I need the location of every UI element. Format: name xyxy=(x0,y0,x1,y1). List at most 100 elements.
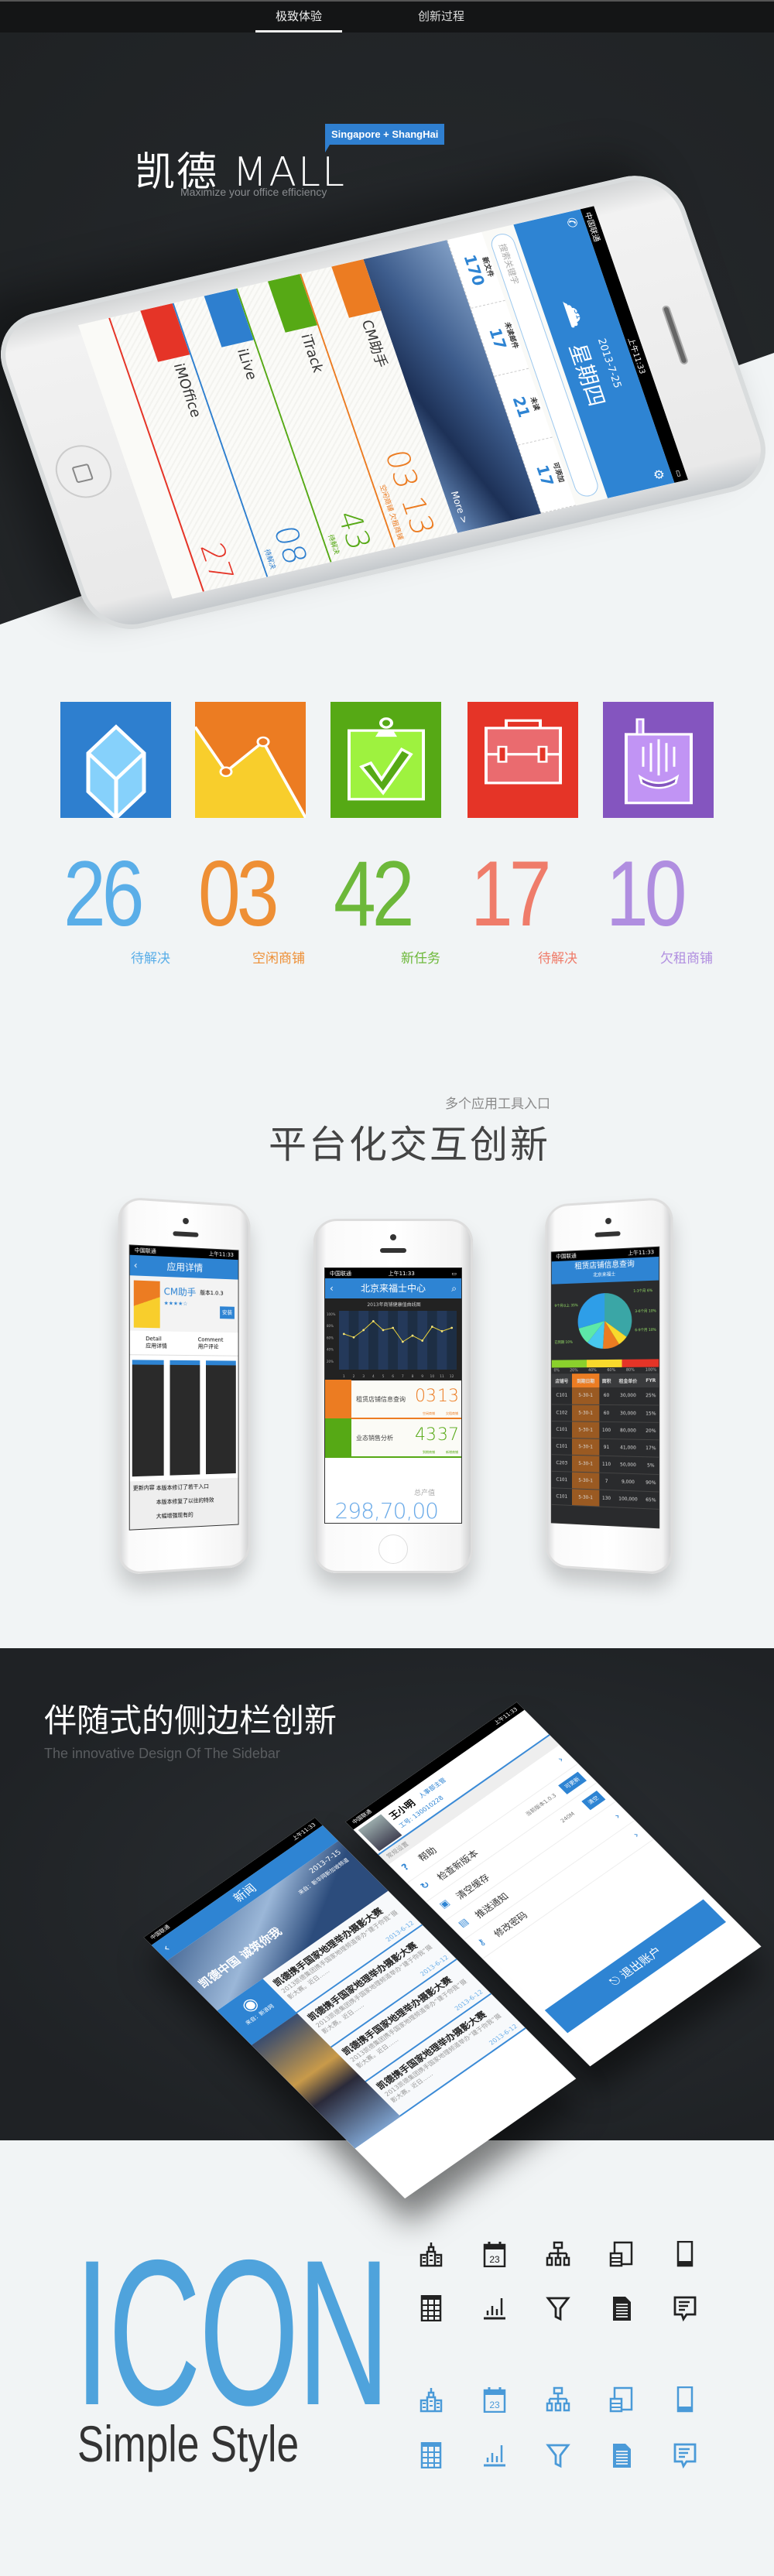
table-row[interactable]: C101 5-30-1 60 30,000 25% xyxy=(551,1387,659,1405)
table-cell: 100,000 xyxy=(618,1496,638,1503)
icon-subheading: Simple Style xyxy=(77,2415,300,2472)
total-value: 298,70,00 xyxy=(334,1498,439,1524)
clipboard-check-tile[interactable] xyxy=(330,702,441,818)
stat-number: 10 xyxy=(606,842,687,946)
mobile-icon xyxy=(673,2240,697,2267)
x-tick: 10 xyxy=(430,1374,434,1379)
stat-label: 欠租商铺 xyxy=(660,951,713,966)
phone-icon[interactable]: ✆ xyxy=(563,216,581,229)
column-header[interactable]: 租金单价 xyxy=(614,1374,643,1387)
table-row[interactable]: C102 5-30-1 60 30,000 15% xyxy=(551,1404,659,1422)
cube-tile[interactable] xyxy=(60,702,171,818)
document-icon xyxy=(609,2442,634,2468)
table-cell: 17% xyxy=(646,1445,656,1451)
table-header: 店铺号 到期日期 面积 租金单价 FYR xyxy=(551,1373,659,1388)
table-cell: 5-30-1 xyxy=(571,1471,600,1490)
cabinet-icon xyxy=(325,1380,351,1418)
comment-icon xyxy=(673,2295,697,2322)
y-tick: 60% xyxy=(327,1336,334,1339)
clipboard-check-icon xyxy=(348,717,425,801)
app-count: 08 待解决 xyxy=(256,522,314,570)
table-cell: 5-30-1 xyxy=(571,1438,600,1456)
data-point xyxy=(392,1326,395,1329)
column-band xyxy=(398,1311,408,1370)
summary-row[interactable]: 业态销售分析 43 37 到期商铺 新增商铺 xyxy=(325,1418,461,1458)
table-cell: 5-30-1 xyxy=(571,1421,600,1439)
column-header[interactable]: FYR xyxy=(642,1374,659,1387)
building-icon xyxy=(419,2386,444,2413)
stat-number: 03 xyxy=(198,842,279,946)
x-tick: 4 xyxy=(372,1374,375,1379)
lease-pie-chart: 9个月以上 35% 1-3个月 6% 3-6个月 10% 6-9个月 10% 已到期 1… xyxy=(554,1288,656,1350)
table-cell: 50,000 xyxy=(620,1461,636,1468)
back-icon[interactable]: ‹ xyxy=(134,1255,138,1276)
app-count: 43 待解决 xyxy=(320,508,378,555)
search-icon[interactable]: ⌕ xyxy=(451,1278,457,1298)
tab-detail[interactable]: Detail 应用详情 xyxy=(146,1336,167,1350)
tab-innovation-process[interactable]: 创新过程 xyxy=(402,6,480,32)
section-title: 平台化交互创新 xyxy=(268,1123,550,1167)
leasing-phone: 中国联通 上午11:33 租赁店铺信息查询 北京来福士 9个月以上 35% 1-3个月… xyxy=(545,1196,673,1575)
table-icon xyxy=(419,2441,444,2469)
settings-item-button[interactable]: 可更新 xyxy=(558,1771,587,1794)
section-subtitle: 多个应用工具入口 xyxy=(445,1096,550,1112)
chevron-icon: › xyxy=(555,1754,567,1764)
tagline: Maximize your office efficiency xyxy=(180,186,327,198)
count-value: 27 xyxy=(192,539,241,585)
app-detail-phone: 中国联通 上午11:33 ‹ 应用详情 CM助手 版本1.0.3 ★★★★☆ 安装 … xyxy=(118,1196,251,1575)
x-tick: 11 xyxy=(440,1374,444,1379)
row-value-a: 43 xyxy=(415,1425,437,1445)
table-cell: 5-30-1 xyxy=(571,1387,600,1404)
data-point xyxy=(450,1326,454,1329)
data-point xyxy=(440,1329,444,1332)
header-bar: ‹ 北京来福士中心 ⌕ xyxy=(325,1278,461,1298)
briefcase-tile[interactable] xyxy=(467,702,578,818)
y-tick: 40% xyxy=(327,1348,334,1352)
screenshot-carousel[interactable] xyxy=(130,1355,238,1481)
tab-comment[interactable]: Comment 用户评论 xyxy=(198,1336,224,1350)
home-button xyxy=(378,1534,408,1564)
icon-heading: ICON xyxy=(74,2216,390,2448)
summary-row[interactable]: 租赁店铺信息查询 03 13 空闲商铺 欠租商铺 xyxy=(325,1380,461,1419)
column-header[interactable]: 到期日期 xyxy=(571,1374,600,1387)
gear-icon[interactable]: ⚙ xyxy=(650,467,668,481)
header-title: 租赁店铺信息查询 xyxy=(574,1260,635,1271)
tab-extreme-experience[interactable]: 极致体验 xyxy=(255,6,342,32)
stat-number: 17 xyxy=(471,842,552,946)
speaker xyxy=(380,1248,406,1253)
stat-number: 26 xyxy=(63,842,145,946)
speaker xyxy=(661,304,690,365)
header-title[interactable]: 北京来福士中心 xyxy=(361,1283,426,1294)
x-tick: 7 xyxy=(402,1374,404,1379)
scale-tick: 60% xyxy=(607,1367,616,1374)
sitemap-icon xyxy=(546,2241,570,2267)
devices-icon xyxy=(609,2386,634,2413)
data-point xyxy=(352,1336,355,1339)
back-icon[interactable]: ‹ xyxy=(330,1278,334,1298)
install-button[interactable]: 安装 xyxy=(220,1306,235,1319)
data-point xyxy=(342,1332,345,1336)
lease-scale-bar xyxy=(551,1359,659,1368)
update-label: 更新内容 xyxy=(132,1484,155,1492)
comment-icon xyxy=(673,2442,697,2469)
line-chart-tile[interactable] xyxy=(195,702,306,818)
carrier: 中国联通 xyxy=(134,1247,156,1255)
update-notes: 更新内容 本版本修订了若干入口 本版本修复了以往的特效 大幅增强现有的 xyxy=(129,1477,238,1531)
status-bar: 中国联通 上午11:33 ▭ xyxy=(325,1268,461,1278)
settings-item-button[interactable]: 清空 xyxy=(581,1791,606,1811)
settings-item-icon: ▤ xyxy=(455,1916,471,1930)
table-cell: 5% xyxy=(647,1462,655,1469)
luggage-tile[interactable] xyxy=(603,702,714,818)
column-header[interactable]: 店铺号 xyxy=(552,1374,572,1387)
table-cell: C101 xyxy=(556,1443,568,1449)
table-cell: 30,000 xyxy=(620,1393,636,1399)
column-header[interactable]: 面积 xyxy=(600,1374,614,1387)
table-row[interactable]: C101 5-30-1 100 80,000 20% xyxy=(551,1421,659,1440)
scale-tick: 0% xyxy=(553,1368,560,1374)
camera xyxy=(605,1217,611,1225)
speaker xyxy=(594,1231,621,1237)
pie-label: 3-6个月 10% xyxy=(635,1309,656,1314)
x-tick: 2 xyxy=(353,1374,355,1379)
filter-icon xyxy=(546,2295,570,2321)
table-row[interactable]: C101 5-30-1 130 100,000 65% xyxy=(551,1487,659,1509)
